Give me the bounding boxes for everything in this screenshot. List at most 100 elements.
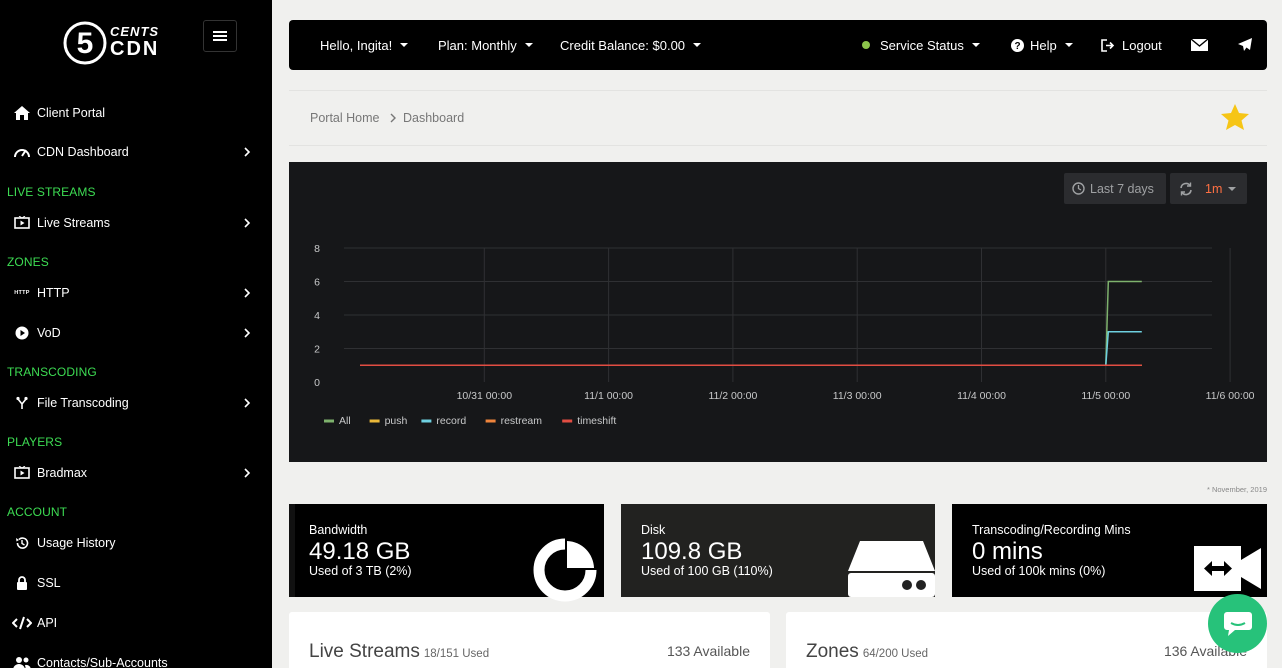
x-tick-label: 10/31 00:00 xyxy=(457,390,513,402)
brand-cdn: CDN xyxy=(110,38,160,60)
gauge-icon xyxy=(11,145,33,159)
logout-link[interactable]: Logout xyxy=(1101,20,1162,70)
breadcrumb-home-link[interactable]: Portal Home xyxy=(310,111,379,125)
x-tick-label: 11/4 00:00 xyxy=(957,390,1006,402)
sidebar-item-label: File Transcoding xyxy=(37,396,129,410)
home-icon xyxy=(11,105,33,121)
hamburger-icon xyxy=(213,31,227,41)
svg-text:?: ? xyxy=(1014,41,1020,52)
sidebar-item-vod[interactable]: VoD xyxy=(0,318,272,348)
line-chart: 0 2 4 6 8 10/31 00:00 11/1 00:00 11/2 00:00 11/3… xyxy=(314,243,1255,427)
sidebar-item-label: CDN Dashboard xyxy=(37,145,129,159)
chat-widget-button[interactable] xyxy=(1208,594,1267,653)
sidebar-item-label: SSL xyxy=(37,576,61,590)
card-subtitle: Used of 3 TB (2%) xyxy=(309,564,412,578)
paper-plane-icon xyxy=(1238,38,1252,51)
chevron-right-icon xyxy=(244,328,251,338)
menu-toggle-button[interactable] xyxy=(203,20,237,52)
credit-balance-menu[interactable]: Credit Balance: $0.00 xyxy=(560,20,702,70)
section-players: PLAYERS xyxy=(7,435,63,449)
plan-menu[interactable]: Plan: Monthly xyxy=(438,20,533,70)
card-subtitle: Used of 100 GB (110%) xyxy=(641,564,773,578)
y-tick-label: 8 xyxy=(314,243,320,255)
chat-bubble-icon xyxy=(1223,611,1252,636)
y-tick-label: 2 xyxy=(314,344,320,356)
caret-down-icon xyxy=(1064,43,1073,47)
http-icon: HTTP xyxy=(14,290,30,296)
bandwidth-chart-panel: Last 7 days 1m 0 2 4 6 8 10/31 00:00 11/1 00:0… xyxy=(289,162,1267,462)
legend-label: record xyxy=(436,415,466,427)
brand-logo[interactable]: 5 CENTS CDN xyxy=(62,20,162,66)
chevron-right-icon xyxy=(244,218,251,228)
chevron-right-icon xyxy=(244,398,251,408)
sidebar-item-label: Client Portal xyxy=(37,106,106,120)
panel-title: Zones xyxy=(806,641,859,662)
section-account: ACCOUNT xyxy=(7,505,68,519)
envelope-icon xyxy=(1191,39,1208,51)
y-tick-label: 4 xyxy=(314,310,320,322)
zones-panel: Zones 64/200 Used 136 Available xyxy=(786,612,1267,668)
history-icon xyxy=(11,536,33,550)
card-value: 109.8 GB xyxy=(641,538,743,565)
series-line-all xyxy=(360,280,1142,367)
x-tick-label: 11/2 00:00 xyxy=(708,390,757,402)
breadcrumb: Portal Home Dashboard xyxy=(289,90,1267,146)
sidebar-item-live-streams[interactable]: Live Streams xyxy=(0,208,272,238)
card-title: Disk xyxy=(641,523,666,537)
sidebar-item-bradmax[interactable]: Bradmax xyxy=(0,458,272,488)
messages-button[interactable] xyxy=(1191,20,1208,70)
help-menu[interactable]: ? Help xyxy=(1011,20,1073,70)
legend-label: restream xyxy=(501,415,543,427)
sidebar-item-contacts[interactable]: Contacts/Sub-Accounts xyxy=(0,648,272,668)
code-icon xyxy=(11,616,33,630)
disk-card: Disk 109.8 GB Used of 100 GB (110%) xyxy=(621,504,935,597)
sidebar-item-usage-history[interactable]: Usage History xyxy=(0,528,272,558)
send-button[interactable] xyxy=(1238,20,1252,70)
sidebar: 5 CENTS CDN Client Portal CDN Dashboard … xyxy=(0,0,272,668)
panel-used: 18/151 Used xyxy=(423,648,490,660)
x-tick-label: 11/6 00:00 xyxy=(1206,390,1255,402)
brand-cents: CENTS xyxy=(110,24,160,39)
sidebar-item-http[interactable]: HTTP HTTP xyxy=(0,278,272,308)
sidebar-item-file-transcoding[interactable]: File Transcoding xyxy=(0,388,272,418)
panel-available: 133 Available xyxy=(666,643,750,659)
section-zones: ZONES xyxy=(7,255,49,269)
lock-icon xyxy=(11,576,33,590)
sidebar-item-label: VoD xyxy=(37,326,61,340)
chevron-right-icon xyxy=(244,468,251,478)
bandwidth-card: Bandwidth 49.18 GB Used of 3 TB (2%) xyxy=(289,504,604,602)
panel-title: Live Streams xyxy=(309,641,420,662)
card-value: 0 mins xyxy=(972,538,1043,565)
user-menu[interactable]: Hello, Ingita! xyxy=(320,20,409,70)
sidebar-item-cdn-dashboard[interactable]: CDN Dashboard xyxy=(0,137,272,167)
star-icon[interactable] xyxy=(1220,103,1250,131)
x-tick-label: 11/3 00:00 xyxy=(833,390,882,402)
tv-play-icon xyxy=(11,216,33,230)
footnote: * November, 2019 xyxy=(1206,485,1267,494)
x-tick-label: 11/1 00:00 xyxy=(584,390,633,402)
live-streams-panel: Live Streams 18/151 Used 133 Available xyxy=(289,612,770,668)
legend-label: timeshift xyxy=(577,415,616,427)
hard-drive-icon xyxy=(848,541,935,597)
sidebar-item-ssl[interactable]: SSL xyxy=(0,568,272,598)
status-dot-icon xyxy=(862,41,870,49)
transcoding-card: Transcoding/Recording Mins 0 mins Used o… xyxy=(952,504,1267,597)
caret-down-icon xyxy=(971,43,980,47)
play-circle-icon xyxy=(11,326,33,340)
card-subtitle: Used of 100k mins (0%) xyxy=(972,564,1106,578)
sidebar-item-label: Bradmax xyxy=(37,466,88,480)
sidebar-item-client-portal[interactable]: Client Portal xyxy=(0,98,272,128)
sidebar-item-label: Live Streams xyxy=(37,216,110,230)
legend-label: All xyxy=(339,415,351,427)
legend-label: push xyxy=(385,415,408,427)
chevron-right-icon xyxy=(244,288,251,298)
sidebar-item-api[interactable]: API xyxy=(0,608,272,638)
transcode-icon xyxy=(1194,546,1261,591)
card-value: 49.18 GB xyxy=(309,538,411,565)
fork-icon xyxy=(11,396,33,410)
card-title: Transcoding/Recording Mins xyxy=(972,523,1131,537)
service-status-menu[interactable]: Service Status xyxy=(862,20,980,70)
question-circle-icon: ? xyxy=(1011,38,1024,52)
sidebar-item-label: HTTP xyxy=(37,286,70,300)
panel-used: 64/200 Used xyxy=(862,648,929,660)
